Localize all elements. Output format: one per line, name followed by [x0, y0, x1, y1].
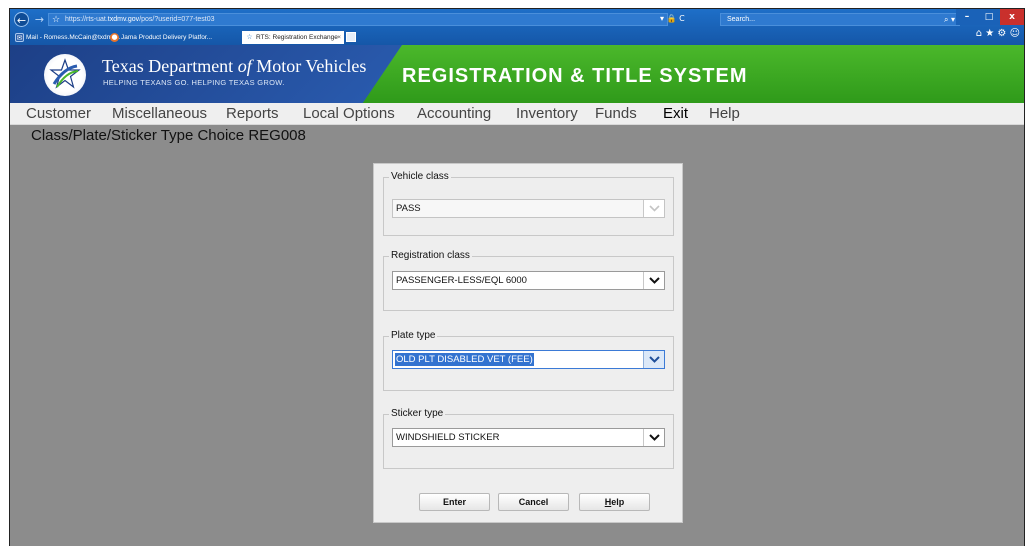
registration-class-group: Registration class PASSENGER-LESS/EQL 60…	[383, 250, 674, 311]
menu-customer[interactable]: Customer	[26, 105, 91, 122]
menu-inventory[interactable]: Inventory	[516, 105, 578, 122]
menu-funds[interactable]: Funds	[595, 105, 637, 122]
chevron-down-icon[interactable]	[643, 351, 664, 368]
new-tab-button[interactable]	[346, 32, 356, 42]
tab-rts-active[interactable]: ☆ RTS: Registration Exchange ×	[242, 31, 344, 44]
menu-bar: Customer Miscellaneous Reports Local Opt…	[10, 103, 1024, 125]
minimize-button[interactable]: –	[956, 9, 978, 25]
enter-button[interactable]: Enter	[419, 493, 490, 511]
jama-logo-icon: ●	[110, 33, 119, 42]
tab-strip: ✉ Mail - Romess.McCain@txdmv... ● Jama P…	[10, 30, 1024, 45]
menu-exit[interactable]: Exit	[663, 105, 688, 122]
vehicle-class-group: Vehicle class PASS	[383, 171, 674, 236]
app-banner: Texas Department of Motor Vehicles HELPI…	[10, 45, 1024, 103]
help-button[interactable]: Help	[579, 493, 650, 511]
plate-type-value: OLD PLT DISABLED VET (FEE)	[394, 352, 535, 367]
vehicle-class-label: Vehicle class	[389, 171, 451, 182]
tab-jama[interactable]: ● Jama Product Delivery Platfor...	[107, 31, 241, 44]
menu-help[interactable]: Help	[709, 105, 740, 122]
vehicle-class-select: PASS	[392, 199, 665, 218]
maximize-button[interactable]: □	[978, 9, 1000, 25]
system-title: REGISTRATION & TITLE SYSTEM	[402, 65, 748, 87]
txdmv-logo-icon	[44, 54, 86, 96]
page-title-bar: Class/Plate/Sticker Type Choice REG008	[10, 125, 1024, 147]
back-button[interactable]: ←	[14, 12, 29, 27]
address-actions-icon[interactable]: ▾ 🔒 C	[660, 13, 685, 25]
url-domain: txdmv.gov	[107, 16, 140, 23]
menu-local-options[interactable]: Local Options	[303, 105, 395, 122]
org-name-of: of	[237, 56, 252, 76]
search-icon[interactable]: ⌕ ▾	[944, 14, 955, 26]
sticker-type-group: Sticker type WINDSHIELD STICKER	[383, 408, 674, 469]
help-label-rest: elp	[611, 497, 625, 507]
chevron-down-icon[interactable]	[643, 272, 664, 289]
mail-icon: ✉	[15, 33, 24, 42]
sticker-type-select[interactable]: WINDSHIELD STICKER	[392, 428, 665, 447]
tab-label: RTS: Registration Exchange	[256, 34, 338, 41]
tab-close-icon[interactable]: ×	[337, 31, 341, 44]
chevron-down-icon[interactable]	[643, 429, 664, 446]
url-path: /pos/?userid=077-test03	[139, 16, 215, 23]
sticker-type-label: Sticker type	[389, 408, 446, 419]
sticker-type-value: WINDSHIELD STICKER	[396, 432, 500, 443]
favorite-site-icon: ☆	[52, 15, 61, 25]
address-url: https://rts-uat.txdmv.gov/pos/?userid=07…	[65, 14, 215, 26]
browser-window: ← → ☆ https://rts-uat.txdmv.gov/pos/?use…	[9, 8, 1025, 546]
navigation-row: ← → ☆ https://rts-uat.txdmv.gov/pos/?use…	[10, 9, 1024, 39]
registration-class-select[interactable]: PASSENGER-LESS/EQL 6000	[392, 271, 665, 290]
vehicle-class-value: PASS	[396, 203, 421, 214]
org-name-part1: Texas Department	[102, 56, 238, 76]
browser-chrome: ← → ☆ https://rts-uat.txdmv.gov/pos/?use…	[10, 9, 1024, 45]
tab-mail[interactable]: ✉ Mail - Romess.McCain@txdmv...	[12, 31, 120, 44]
registration-class-value: PASSENGER-LESS/EQL 6000	[396, 275, 527, 286]
menu-accounting[interactable]: Accounting	[417, 105, 491, 122]
favorite-star-icon: ☆	[246, 33, 253, 41]
page-title: Class/Plate/Sticker Type Choice REG008	[31, 127, 306, 144]
browser-search-input[interactable]: Search... ⌕ ▾	[720, 13, 960, 26]
organization-tagline: HELPING TEXANS GO. HELPING TEXAS GROW.	[103, 78, 285, 87]
cancel-button[interactable]: Cancel	[498, 493, 569, 511]
organization-name: Texas Department of Motor Vehicles	[102, 56, 366, 77]
plate-type-select[interactable]: OLD PLT DISABLED VET (FEE)	[392, 350, 665, 369]
url-prefix: https://rts-uat.	[65, 16, 108, 23]
menu-miscellaneous[interactable]: Miscellaneous	[112, 105, 207, 122]
tab-label: Jama Product Delivery Platfor...	[121, 34, 213, 41]
org-name-part2: Motor Vehicles	[251, 56, 367, 76]
plate-type-group: Plate type OLD PLT DISABLED VET (FEE)	[383, 330, 674, 391]
menu-reports[interactable]: Reports	[226, 105, 279, 122]
chevron-down-icon	[643, 200, 664, 217]
forward-button[interactable]: →	[32, 12, 47, 27]
address-bar[interactable]: ☆ https://rts-uat.txdmv.gov/pos/?userid=…	[48, 13, 668, 26]
search-placeholder: Search...	[727, 16, 756, 23]
registration-class-label: Registration class	[389, 250, 472, 261]
close-window-button[interactable]: x	[1000, 9, 1024, 25]
plate-type-label: Plate type	[389, 330, 438, 341]
class-plate-sticker-dialog: Vehicle class PASS Registration class PA…	[373, 163, 683, 523]
